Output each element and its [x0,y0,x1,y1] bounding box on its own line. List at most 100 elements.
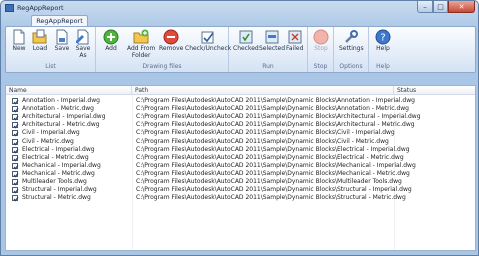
load-label: Load [32,45,48,52]
table-row[interactable]: Annotation - Imperial.dwg C:\Program File… [6,97,475,105]
minimize-button[interactable]: – [417,1,433,13]
row-path: C:\Program Files\Autodesk\AutoCAD 2011\S… [136,186,412,194]
ribbon-group-options: Settings Options [334,27,369,72]
row-path: C:\Program Files\Autodesk\AutoCAD 2011\S… [136,178,402,185]
row-path: C:\Program Files\Autodesk\AutoCAD 2011\S… [136,105,409,113]
run-checked-button[interactable]: Checked [233,29,259,52]
add-folder-icon [133,29,149,45]
row-path: C:\Program Files\Autodesk\AutoCAD 2011\S… [136,113,421,121]
row-checkbox[interactable] [12,154,19,162]
new-label: New [12,45,26,52]
group-label-options: Options [339,63,363,70]
ribbon-group-stop: Stop Stop [308,27,334,72]
run-failed-label: Failed [286,45,304,52]
table-row[interactable]: Civil - Imperial.dwg C:\Program Files\Aut… [6,129,475,137]
row-checkbox[interactable] [12,146,19,154]
remove-button[interactable]: Remove [159,29,183,52]
group-label-drawing-files: Drawing files [142,63,182,70]
stop-button[interactable]: Stop [313,29,329,52]
table-row[interactable]: Mechanical - Imperial.dwg C:\Program File… [6,162,475,170]
row-name: Mechanical - Metric.dwg [22,169,95,177]
save-as-icon [75,29,91,45]
stop-label: Stop [314,45,328,52]
row-name: Architectural - Metric.dwg [22,121,100,129]
row-path: C:\Program Files\Autodesk\AutoCAD 2011\S… [136,169,410,177]
help-button[interactable]: ? Help [375,29,391,52]
table-row[interactable]: Multileader Tools.dwg C:\Program Files\Au… [6,178,475,186]
row-checkbox[interactable] [12,187,19,194]
run-failed-button[interactable]: Failed [286,29,303,52]
row-checkbox[interactable] [12,122,19,129]
add-button[interactable]: Add [103,29,119,52]
grid-header: Name Path Status [6,86,475,95]
table-row[interactable]: Structural - Metric.dwg C:\Program Files\… [6,194,475,202]
load-button[interactable]: Load [32,29,48,52]
row-checkbox[interactable] [12,130,19,137]
check-uncheck-button[interactable]: Check/Uncheck [185,29,231,52]
row-name: Civil - Metric.dwg [22,137,74,145]
row-path: C:\Program Files\Autodesk\AutoCAD 2011\S… [136,97,415,104]
stop-icon [313,29,329,45]
row-path: C:\Program Files\Autodesk\AutoCAD 2011\S… [136,161,416,169]
new-document-icon [11,29,27,45]
maximize-button[interactable]: □ [433,1,448,13]
save-as-label: Save As [75,45,91,59]
row-path: C:\Program Files\Autodesk\AutoCAD 2011\S… [136,194,406,202]
close-button[interactable]: ✕ [448,1,475,13]
add-label: Add [105,45,117,52]
add-from-folder-button[interactable]: Add From Folder [127,29,155,59]
save-icon [54,29,70,45]
table-row[interactable]: Mechanical - Metric.dwg C:\Program Files\… [6,170,475,178]
column-header-name[interactable]: Name [6,86,132,95]
run-selected-button[interactable]: Selected [259,29,285,52]
row-checkbox[interactable] [12,138,19,145]
row-checkbox[interactable] [12,170,19,178]
save-button[interactable]: Save [54,29,70,52]
row-path: C:\Program Files\Autodesk\AutoCAD 2011\S… [136,145,410,153]
column-header-path[interactable]: Path [132,86,394,95]
settings-button[interactable]: Settings [339,29,364,52]
remove-label: Remove [159,45,184,52]
add-from-folder-label: Add From Folder [127,45,156,59]
save-label: Save [54,45,70,52]
ribbon-group-help: ? Help Help [369,27,397,72]
table-row[interactable]: Civil - Metric.dwg C:\Program Files\Autod… [6,138,475,146]
row-checkbox[interactable] [12,179,19,186]
app-window: RegAppReport – □ ✕ RegAppReport New Load [0,0,479,256]
table-row[interactable]: Architectural - Metric.dwg C:\Program Fil… [6,121,475,129]
group-label-run: Run [262,63,274,70]
row-name: Electrical - Imperial.dwg [22,145,95,153]
group-label-help: Help [376,63,390,70]
row-name: Architectural - Imperial.dwg [22,113,106,121]
table-row[interactable]: Annotation - Metric.dwg C:\Program Files\… [6,105,475,113]
save-as-button[interactable]: Save As [75,29,91,59]
title-bar[interactable]: RegAppReport – □ ✕ [1,1,478,15]
table-row[interactable]: Architectural - Imperial.dwg C:\Program F… [6,113,475,121]
row-path: C:\Program Files\Autodesk\AutoCAD 2011\S… [136,137,389,145]
group-label-list: List [45,63,56,70]
row-name: Mechanical - Imperial.dwg [22,161,101,169]
drawing-files-grid[interactable]: Name Path Status Annotation - Imperial.d… [5,85,476,251]
table-row[interactable]: Electrical - Metric.dwg C:\Program Files\… [6,154,475,162]
table-row[interactable]: Electrical - Imperial.dwg C:\Program File… [6,146,475,154]
row-path: C:\Program Files\Autodesk\AutoCAD 2011\S… [136,121,415,129]
new-button[interactable]: New [11,29,27,52]
row-checkbox[interactable] [12,98,19,105]
row-name: Structural - Metric.dwg [22,194,91,202]
minimize-icon: – [423,2,427,11]
run-selected-icon [264,29,280,45]
check-uncheck-label: Check/Uncheck [185,45,232,52]
row-path: C:\Program Files\Autodesk\AutoCAD 2011\S… [136,129,395,137]
row-checkbox[interactable] [12,114,19,121]
row-checkbox[interactable] [12,106,19,113]
row-name: Annotation - Imperial.dwg [22,97,100,104]
add-icon [103,29,119,45]
settings-label: Settings [339,45,364,52]
run-selected-label: Selected [259,45,286,52]
ribbon: New Load Save Save As List Add Add From … [5,26,476,73]
row-checkbox[interactable] [12,195,19,202]
column-header-status[interactable]: Status [394,86,475,95]
table-row[interactable]: Structural - Imperial.dwg C:\Program File… [6,186,475,194]
row-checkbox[interactable] [12,162,19,170]
run-checked-label: Checked [233,45,259,52]
